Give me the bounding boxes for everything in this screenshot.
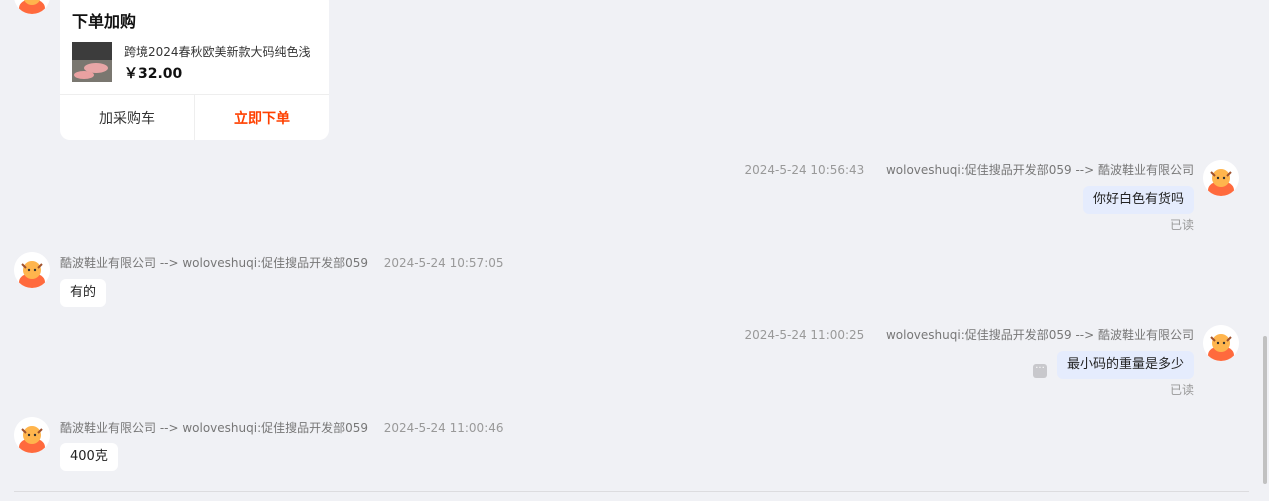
message-bubble[interactable]: 你好白色有货吗 (1082, 186, 1194, 214)
message-meta: 酷波鞋业有限公司 --> woloveshuqi:促佳搜品开发部059 2024… (60, 254, 504, 271)
divider (14, 491, 1249, 492)
message-time: 2024-5-24 10:56:43 (744, 163, 865, 177)
product-name[interactable]: 跨境2024春秋欧美新款大码纯色浅 (124, 43, 329, 60)
message-time: 2024-5-24 11:00:46 (383, 421, 504, 435)
card-title: 下单加购 (72, 12, 137, 31)
message-meta: 2024-5-24 10:56:43 woloveshuqi:促佳搜品开发部05… (745, 161, 1195, 178)
avatar (14, 252, 50, 288)
message-route: woloveshuqi:促佳搜品开发部059 --> 酷波鞋业有限公司 (885, 328, 1194, 342)
mascot-avatar-icon (14, 0, 50, 14)
read-status: 已读 (1169, 383, 1194, 397)
order-card: 下单加购 跨境2024春秋欧美新款大码纯色浅 ￥32.00 加采购车 立即下单 (60, 0, 329, 140)
product-thumbnail[interactable] (72, 42, 112, 82)
message-route: woloveshuqi:促佳搜品开发部059 --> 酷波鞋业有限公司 (885, 163, 1194, 177)
avatar (14, 417, 50, 453)
more-icon[interactable]: ··· (1033, 364, 1047, 378)
message-bubble[interactable]: 400克 (60, 443, 118, 471)
read-status: 已读 (1169, 218, 1194, 232)
avatar (1203, 160, 1239, 196)
add-to-cart-button[interactable]: 加采购车 (60, 95, 195, 140)
avatar (14, 0, 50, 14)
message-route: 酷波鞋业有限公司 --> woloveshuqi:促佳搜品开发部059 (60, 421, 369, 435)
mascot-avatar-icon (1203, 160, 1239, 196)
message-bubble[interactable]: 有的 (60, 279, 107, 307)
card-actions: 加采购车 立即下单 (60, 94, 329, 140)
message-time: 2024-5-24 11:00:25 (744, 328, 865, 342)
order-now-button[interactable]: 立即下单 (195, 95, 329, 140)
message-meta: 2024-5-24 11:00:25 woloveshuqi:促佳搜品开发部05… (745, 326, 1195, 343)
product-price: ￥32.00 (124, 66, 183, 82)
mascot-avatar-icon (1203, 325, 1239, 361)
message-time: 2024-5-24 10:57:05 (383, 256, 504, 270)
message-route: 酷波鞋业有限公司 --> woloveshuqi:促佳搜品开发部059 (60, 256, 369, 270)
scrollbar[interactable] (1263, 336, 1267, 484)
message-bubble[interactable]: 最小码的重量是多少 (1056, 351, 1194, 379)
message-meta: 酷波鞋业有限公司 --> woloveshuqi:促佳搜品开发部059 2024… (60, 419, 504, 436)
mascot-avatar-icon (14, 417, 50, 453)
avatar (1203, 325, 1239, 361)
mascot-avatar-icon (14, 252, 50, 288)
